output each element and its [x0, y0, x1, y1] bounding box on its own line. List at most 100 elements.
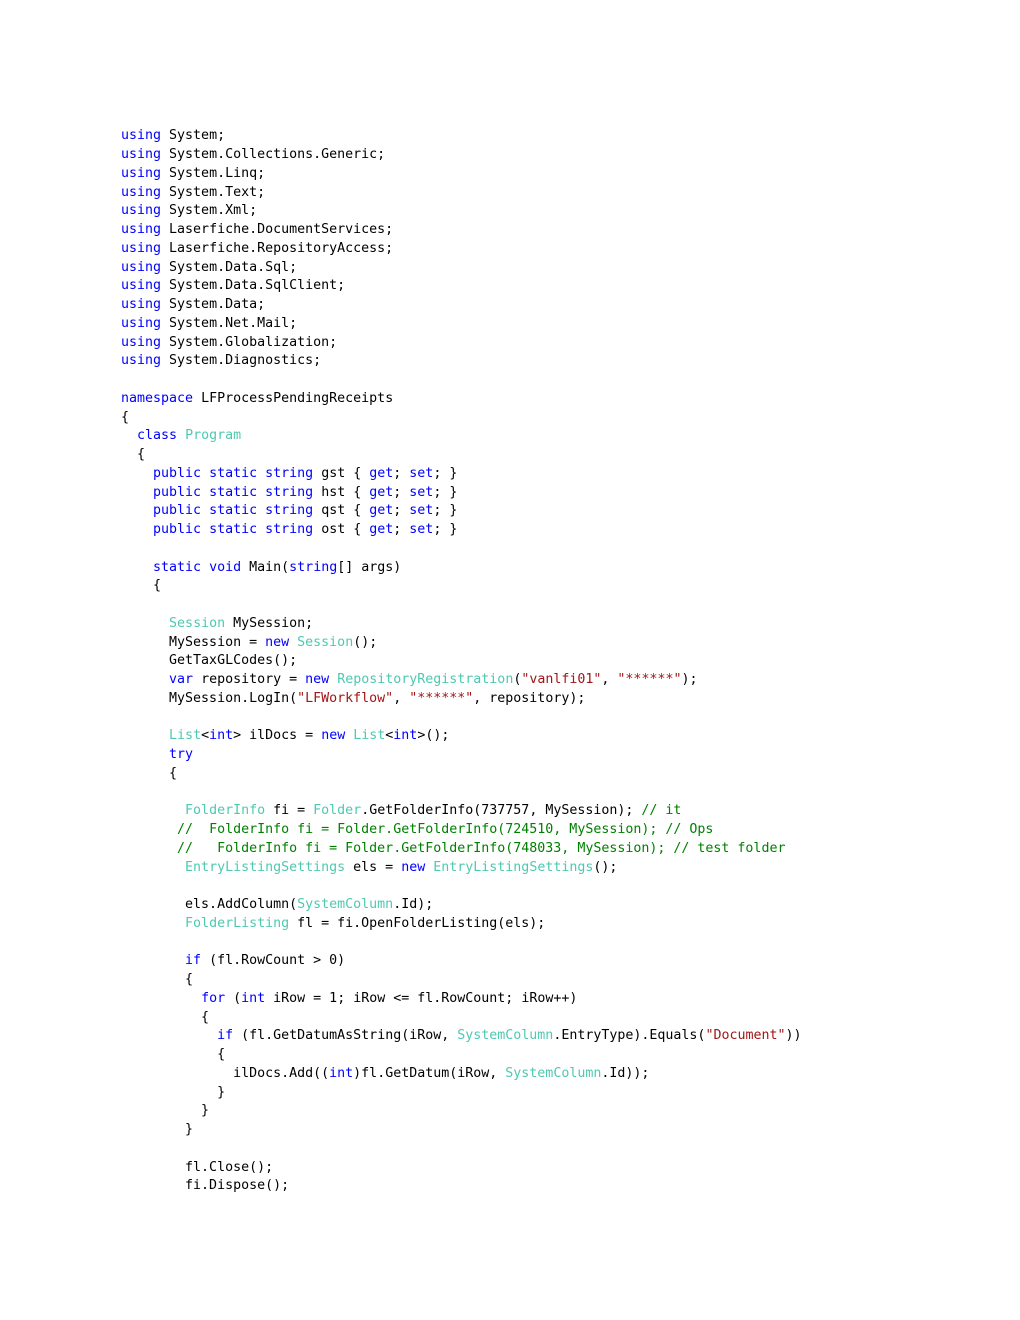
code-line: fl.Close();: [121, 1159, 981, 1178]
code-token-pln: [121, 860, 185, 875]
code-token-pln: [121, 953, 185, 968]
code-token-kw: if: [217, 1028, 234, 1044]
code-line: using System.Net.Mail;: [121, 315, 981, 334]
code-line: {: [121, 409, 981, 428]
code-token-pln: (: [225, 990, 242, 1006]
code-token-kw: int: [329, 1065, 354, 1081]
code-token-pln: [121, 503, 153, 518]
code-token-pln: Laserfiche.DocumentServices;: [161, 222, 394, 238]
code-line: EntryListingSettings els = new EntryList…: [121, 859, 981, 878]
code-line: FolderInfo fi = Folder.GetFolderInfo(737…: [121, 802, 981, 821]
code-token-pln: {: [121, 409, 130, 425]
code-token-pln: [257, 466, 265, 481]
code-token-kw: public: [153, 465, 202, 481]
code-token-pln: }: [121, 1103, 210, 1119]
code-token-pln: [201, 503, 209, 518]
code-token-pln: ;: [393, 465, 410, 481]
code-token-kw: using: [121, 203, 162, 219]
code-line: try: [121, 746, 981, 765]
code-line: public static string qst { get; set; }: [121, 502, 981, 521]
code-token-pln: (fl.GetDatumAsString(iRow,: [233, 1028, 458, 1044]
code-token-pln: ilDocs.Add((: [121, 1065, 330, 1081]
code-line: namespace LFProcessPendingReceipts: [121, 390, 981, 409]
code-token-pln: [121, 728, 169, 743]
code-token-pln: [201, 560, 209, 575]
code-line: MySession = new Session();: [121, 634, 981, 653]
code-token-pln: System.Data.Sql;: [161, 259, 298, 275]
code-token-kw: for: [201, 990, 226, 1006]
code-token-type: Session: [297, 634, 354, 650]
code-line: using Laserfiche.DocumentServices;: [121, 221, 981, 240]
code-line: }: [121, 1121, 981, 1140]
code-token-kw: string: [265, 484, 314, 500]
code-token-kw: void: [209, 559, 242, 575]
code-token-pln: MySession.LogIn(: [121, 690, 298, 706]
code-token-pln: [177, 428, 185, 443]
code-token-pln: ;: [393, 484, 410, 500]
code-token-type: Program: [185, 428, 242, 444]
code-token-type: List: [353, 728, 386, 744]
code-token-kw: set: [409, 522, 434, 538]
code-line: MySession.LogIn("LFWorkflow", "******", …: [121, 690, 981, 709]
code-token-pln: [121, 522, 153, 537]
code-token-pln: >();: [417, 728, 450, 744]
code-token-pln: .EntryType).Equals(: [553, 1028, 706, 1044]
code-line: List<int> ilDocs = new List<int>();: [121, 727, 981, 746]
code-token-pln: {: [121, 447, 146, 463]
code-token-kw: int: [241, 990, 266, 1006]
code-token-kw: using: [121, 184, 162, 200]
code-line: public static string hst { get; set; }: [121, 484, 981, 503]
code-token-pln: MySession =: [121, 634, 266, 650]
code-line: using System;: [121, 127, 981, 146]
code-token-pln: Main(: [241, 559, 290, 575]
code-token-kw: new: [305, 672, 330, 688]
code-token-kw: static: [153, 559, 202, 575]
code-token-pln: }: [121, 1122, 194, 1138]
code-token-kw: int: [393, 728, 418, 744]
code-line: FolderListing fl = fi.OpenFolderListing(…: [121, 915, 981, 934]
code-token-type: FolderInfo: [185, 803, 266, 819]
code-token-pln: MySession;: [225, 615, 314, 631]
code-token-pln: ; }: [433, 522, 458, 538]
code-token-pln: [121, 466, 153, 481]
code-token-pln: System.Xml;: [161, 203, 258, 219]
code-line: fi.Dispose();: [121, 1177, 981, 1196]
code-token-pln: (fl.RowCount > 0): [201, 953, 346, 969]
code-token-pln: fi =: [265, 803, 314, 819]
code-token-pln: <: [201, 728, 210, 744]
code-token-pln: [257, 522, 265, 537]
code-token-kw: new: [401, 859, 426, 875]
code-token-kw: get: [369, 465, 394, 481]
code-token-pln: GetTaxGLCodes();: [121, 653, 298, 669]
code-line: using System.Linq;: [121, 165, 981, 184]
code-token-pln: System.Data;: [161, 297, 266, 313]
code-token-type: SystemColumn: [505, 1065, 602, 1081]
code-token-pln: ;: [393, 503, 410, 519]
code-line: {: [121, 577, 981, 596]
code-line: }: [121, 1102, 981, 1121]
code-token-pln: [121, 485, 153, 500]
code-token-pln: System.Data.SqlClient;: [161, 278, 346, 294]
code-token-pln: [289, 635, 297, 650]
code-token-pln: gst {: [313, 465, 370, 481]
code-line: GetTaxGLCodes();: [121, 652, 981, 671]
code-token-pln: repository =: [193, 672, 306, 688]
code-token-pln: els.AddColumn(: [121, 897, 298, 913]
code-token-pln: els =: [345, 859, 402, 875]
code-listing: using System; using System.Collections.Ge…: [121, 127, 981, 1196]
code-token-pln: ;: [393, 522, 410, 538]
code-token-kw: new: [321, 728, 346, 744]
code-token-type: EntryListingSettings: [185, 859, 346, 875]
code-line: public static string gst { get; set; }: [121, 465, 981, 484]
code-token-pln: )fl.GetDatum(iRow,: [353, 1065, 506, 1081]
code-token-kw: set: [409, 465, 434, 481]
code-token-kw: public: [153, 484, 202, 500]
code-token-kw: if: [185, 953, 202, 969]
code-token-kw: using: [121, 165, 162, 181]
code-token-pln: System.Diagnostics;: [161, 353, 322, 369]
code-line: using System.Globalization;: [121, 334, 981, 353]
code-line: public static string ost { get; set; }: [121, 521, 981, 540]
